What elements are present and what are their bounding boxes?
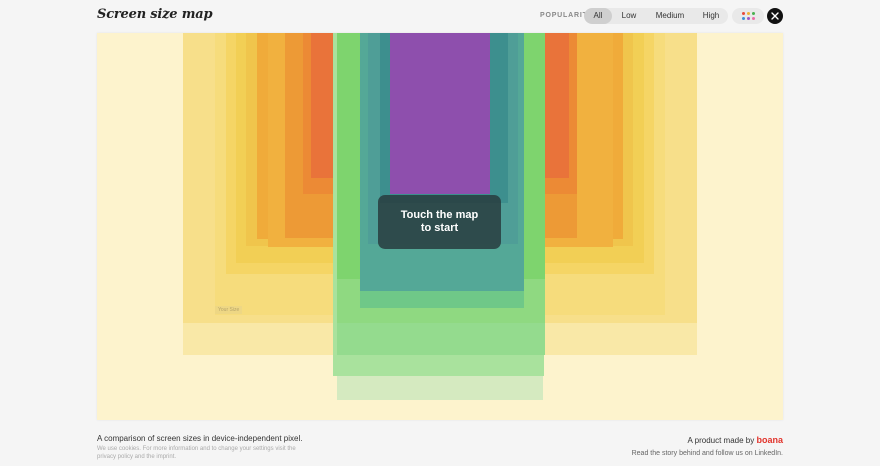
app-logo[interactable]: Screen size map: [97, 7, 213, 22]
popularity-option-all[interactable]: All: [584, 8, 612, 24]
color-dot-icon: [747, 17, 750, 20]
cookie-note[interactable]: We use cookies. For more information and…: [97, 445, 297, 461]
color-dot-icon: [742, 17, 745, 20]
color-dot-icon: [752, 12, 755, 15]
color-dot-icon: [752, 17, 755, 20]
made-by-line: A product made by boana: [632, 435, 783, 445]
close-button[interactable]: [767, 8, 783, 24]
header: Screen size map POPULARITY All Low Mediu…: [0, 0, 880, 33]
touch-to-start-overlay[interactable]: Touch the map to start: [378, 195, 501, 249]
footer-description: A comparison of screen sizes in device-i…: [97, 434, 303, 443]
brand-link[interactable]: boana: [756, 435, 783, 445]
popularity-filter: All Low Medium High: [584, 8, 728, 24]
story-link[interactable]: Read the story behind and follow us on L…: [632, 450, 783, 457]
close-icon: [771, 12, 779, 20]
popularity-option-medium[interactable]: Medium: [646, 8, 694, 24]
made-by-text: A product made by: [687, 436, 755, 445]
touch-line-2: to start: [420, 222, 459, 234]
screen-rect: [390, 33, 490, 194]
screen-size-map[interactable]: Your Size Touch the map to start: [97, 33, 783, 420]
popularity-option-low[interactable]: Low: [612, 8, 646, 24]
color-dot-icon: [747, 12, 750, 15]
color-dot-icon: [742, 12, 745, 15]
touch-line-1: Touch the map: [400, 209, 479, 221]
footer-credits: A product made by boana Read the story b…: [632, 435, 783, 457]
color-scheme-button[interactable]: [732, 8, 764, 24]
footer-info: A comparison of screen sizes in device-i…: [97, 434, 302, 461]
your-size-marker: Your Size: [215, 306, 243, 314]
popularity-option-high[interactable]: High: [694, 8, 728, 24]
